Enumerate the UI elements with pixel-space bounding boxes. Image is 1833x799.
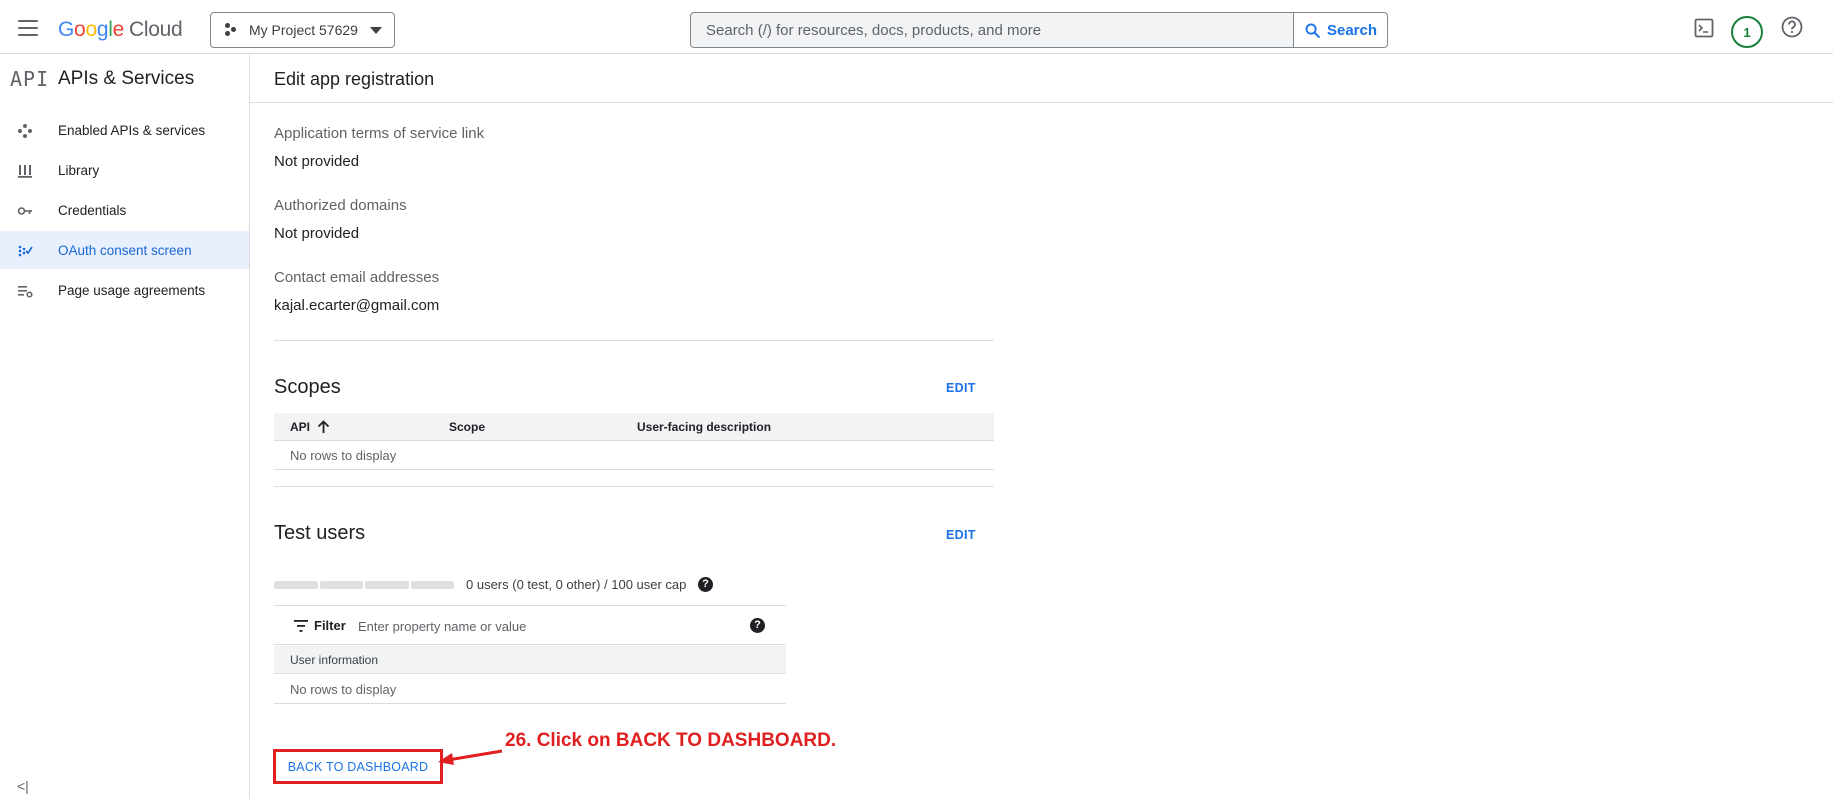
key-icon <box>17 207 32 215</box>
sidebar-item-oauth-consent[interactable]: OAuth consent screen <box>0 231 249 269</box>
chevron-down-icon <box>370 27 382 34</box>
users-empty-message: No rows to display <box>274 675 786 704</box>
search-input[interactable] <box>691 13 1293 47</box>
sidebar-item-label: OAuth consent screen <box>58 242 192 258</box>
sidebar-item-label: Page usage agreements <box>58 282 206 298</box>
user-cap-progress-bar <box>274 581 454 589</box>
notifications-badge[interactable]: 1 <box>1731 16 1763 48</box>
annotation-caption: 26. Click on BACK TO DASHBOARD. <box>505 730 837 751</box>
top-bar: GoogleCloud My Project 57629 Search 1 <box>0 4 1833 54</box>
section-divider <box>274 340 994 341</box>
sidebar-item-label: Enabled APIs & services <box>58 122 206 138</box>
column-header-scope[interactable]: Scope <box>449 420 485 434</box>
sidebar-header: API APIs & Services <box>0 55 249 102</box>
column-header-api[interactable]: API <box>290 420 310 434</box>
sidebar-title: APIs & Services <box>58 68 195 89</box>
scopes-title: Scopes <box>274 376 341 398</box>
sidebar-item-page-usage[interactable]: Page usage agreements <box>0 271 249 309</box>
test-users-edit-button[interactable]: EDIT <box>946 528 976 542</box>
filter-input[interactable] <box>358 615 718 637</box>
help-icon[interactable]: ? <box>698 577 713 592</box>
column-header-user-information[interactable]: User information <box>290 653 378 667</box>
authorized-domains-label: Authorized domains <box>274 197 407 214</box>
settings-list-icon <box>18 286 33 298</box>
test-users-title: Test users <box>274 522 366 544</box>
tos-link-label: Application terms of service link <box>274 125 485 142</box>
user-cap-text: 0 users (0 test, 0 other) / 100 user cap <box>466 577 687 592</box>
api-logo-icon: API <box>10 67 50 91</box>
sidebar-item-label: Credentials <box>58 202 127 218</box>
scopes-empty-message: No rows to display <box>274 441 994 470</box>
search-bar: Search <box>690 12 1388 48</box>
project-name: My Project 57629 <box>249 22 358 38</box>
apis-diamond-icon <box>18 124 32 138</box>
collapse-sidebar-icon[interactable]: <| <box>17 778 29 794</box>
help-icon[interactable] <box>1781 16 1803 38</box>
contact-email-value: kajal.ecarter@gmail.com <box>274 297 440 314</box>
sidebar-item-enabled-apis[interactable]: Enabled APIs & services <box>0 111 249 149</box>
sidebar-item-library[interactable]: Library <box>0 151 249 189</box>
filter-bar: Filter ? <box>274 605 786 645</box>
authorized-domains-value: Not provided <box>274 225 360 242</box>
users-table-header: User information <box>274 646 786 674</box>
column-header-description[interactable]: User-facing description <box>637 420 771 434</box>
cloud-shell-icon[interactable] <box>1694 18 1714 38</box>
google-cloud-logo[interactable]: Google Cloud <box>58 18 183 42</box>
project-selector[interactable]: My Project 57629 <box>210 12 395 48</box>
back-to-dashboard-button[interactable]: BACK TO DASHBOARD <box>273 749 443 784</box>
sort-ascending-icon[interactable] <box>317 420 330 434</box>
scopes-table-header: API Scope User-facing description <box>274 413 994 441</box>
tos-link-value: Not provided <box>274 153 360 170</box>
annotation-arrow-icon <box>438 749 503 765</box>
project-icon <box>225 23 239 37</box>
search-icon <box>1305 23 1320 38</box>
filter-icon <box>294 620 308 632</box>
search-button[interactable]: Search <box>1293 13 1387 47</box>
section-divider <box>274 486 994 487</box>
filter-label: Filter <box>314 618 346 633</box>
page-header: Edit app registration <box>250 55 1833 103</box>
sidebar: API APIs & Services Enabled APIs & servi… <box>0 55 250 799</box>
library-icon <box>18 165 32 178</box>
menu-icon[interactable] <box>18 20 38 36</box>
consent-icon <box>18 245 33 257</box>
filter-help-icon[interactable]: ? <box>750 618 765 633</box>
contact-email-label: Contact email addresses <box>274 269 440 286</box>
scopes-edit-button[interactable]: EDIT <box>946 381 976 395</box>
search-button-label: Search <box>1326 21 1378 39</box>
page-title: Edit app registration <box>274 69 435 89</box>
sidebar-item-credentials[interactable]: Credentials <box>0 191 249 229</box>
sidebar-item-label: Library <box>58 162 100 178</box>
